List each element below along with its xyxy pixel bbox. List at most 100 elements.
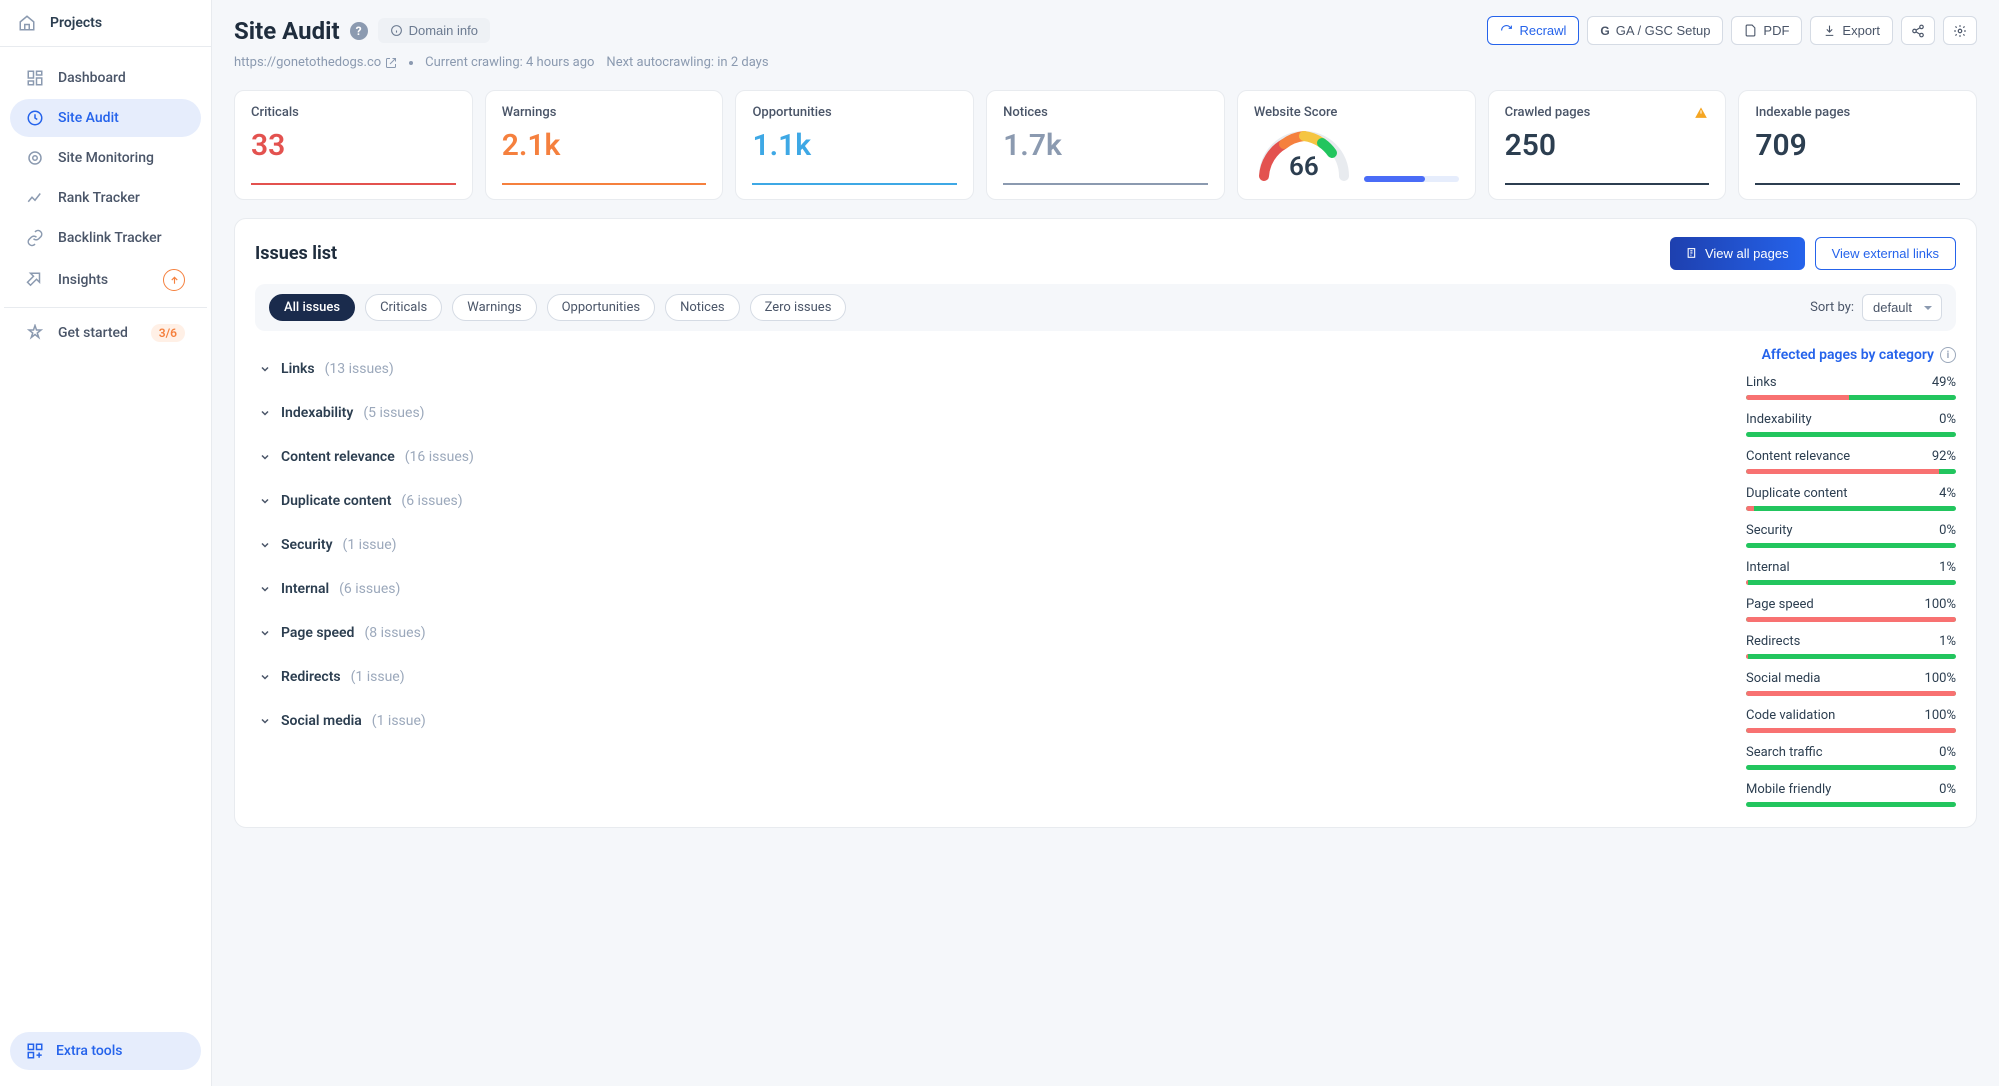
sidebar: Projects Dashboard Site Audit Site Monit… xyxy=(0,0,212,1086)
category-name: Search traffic xyxy=(1746,745,1823,760)
category-row[interactable]: Redirects 1% xyxy=(1746,634,1956,659)
issues-list: Links (13 issues) Indexability (5 issues… xyxy=(255,347,1716,807)
category-row[interactable]: Content relevance 92% xyxy=(1746,449,1956,474)
crawl-status: Current crawling: 4 hours ago xyxy=(425,55,594,70)
category-row[interactable]: Page speed 100% xyxy=(1746,597,1956,622)
category-name: Page speed xyxy=(1746,597,1814,612)
category-row[interactable]: Mobile friendly 0% xyxy=(1746,782,1956,807)
stat-warnings[interactable]: Warnings 2.1k xyxy=(485,90,724,200)
issue-name: Internal xyxy=(281,581,329,597)
pdf-button[interactable]: PDF xyxy=(1731,16,1802,45)
category-row[interactable]: Code validation 100% xyxy=(1746,708,1956,733)
stat-label: Notices xyxy=(1003,105,1208,120)
filter-chip-zero-issues[interactable]: Zero issues xyxy=(750,294,847,321)
category-bar xyxy=(1746,691,1956,696)
nav-item-insights[interactable]: Insights xyxy=(10,259,201,301)
filter-chip-notices[interactable]: Notices xyxy=(665,294,740,321)
info-icon[interactable]: i xyxy=(1940,347,1956,363)
rank-icon xyxy=(26,189,44,207)
category-pct: 1% xyxy=(1939,560,1956,575)
issue-row[interactable]: Redirects (1 issue) xyxy=(255,655,1716,699)
nav-item-site-monitoring[interactable]: Site Monitoring xyxy=(10,139,201,177)
issue-count: (13 issues) xyxy=(325,361,394,377)
stat-label: Indexable pages xyxy=(1755,105,1960,120)
view-all-pages-label: View all pages xyxy=(1705,246,1789,261)
affected-header[interactable]: Affected pages by category i xyxy=(1746,347,1956,363)
filter-chip-warnings[interactable]: Warnings xyxy=(452,294,536,321)
issue-name: Content relevance xyxy=(281,449,395,465)
chevron-down-icon xyxy=(259,495,271,507)
chevron-down-icon xyxy=(259,671,271,683)
issue-row[interactable]: Social media (1 issue) xyxy=(255,699,1716,743)
domain-info-button[interactable]: Domain info xyxy=(378,18,490,43)
category-row[interactable]: Indexability 0% xyxy=(1746,412,1956,437)
view-external-links-button[interactable]: View external links xyxy=(1815,237,1956,270)
issue-row[interactable]: Security (1 issue) xyxy=(255,523,1716,567)
stat-opportunities[interactable]: Opportunities 1.1k xyxy=(735,90,974,200)
nav-item-get-started[interactable]: Get started 3/6 xyxy=(10,314,201,352)
google-icon: G xyxy=(1600,24,1609,38)
warning-icon xyxy=(1693,105,1709,125)
category-row[interactable]: Links 49% xyxy=(1746,375,1956,400)
score-gauge: 66 xyxy=(1254,126,1354,182)
dashboard-icon xyxy=(26,69,44,87)
stat-value: 2.1k xyxy=(502,128,707,163)
ga-gsc-button[interactable]: G GA / GSC Setup xyxy=(1587,16,1723,45)
stat-criticals[interactable]: Criticals 33 xyxy=(234,90,473,200)
filter-chip-all-issues[interactable]: All issues xyxy=(269,294,355,321)
issue-name: Duplicate content xyxy=(281,493,391,509)
category-row[interactable]: Duplicate content 4% xyxy=(1746,486,1956,511)
issue-row[interactable]: Indexability (5 issues) xyxy=(255,391,1716,435)
sort-select[interactable]: default xyxy=(1862,294,1942,321)
recrawl-button[interactable]: Recrawl xyxy=(1487,16,1579,45)
stat-website-score[interactable]: Website Score 66 xyxy=(1237,90,1476,200)
issue-row[interactable]: Duplicate content (6 issues) xyxy=(255,479,1716,523)
nav-item-backlink-tracker[interactable]: Backlink Tracker xyxy=(10,219,201,257)
stat-value: 250 xyxy=(1505,128,1710,163)
view-all-pages-button[interactable]: View all pages xyxy=(1670,237,1805,270)
extra-tools-button[interactable]: Extra tools xyxy=(10,1032,201,1070)
issue-count: (6 issues) xyxy=(339,581,400,597)
export-button[interactable]: Export xyxy=(1810,16,1893,45)
category-pct: 4% xyxy=(1939,486,1956,501)
category-pct: 49% xyxy=(1932,375,1956,390)
site-url-link[interactable]: https://gonetothedogs.co xyxy=(234,55,397,70)
issue-row[interactable]: Links (13 issues) xyxy=(255,347,1716,391)
chevron-down-icon xyxy=(259,627,271,639)
settings-button[interactable] xyxy=(1943,16,1977,45)
nav-item-site-audit[interactable]: Site Audit xyxy=(10,99,201,137)
category-name: Internal xyxy=(1746,560,1790,575)
help-icon[interactable]: ? xyxy=(350,22,368,40)
category-bar xyxy=(1746,580,1956,585)
stat-crawled-pages[interactable]: Crawled pages 250 xyxy=(1488,90,1727,200)
nav-item-dashboard[interactable]: Dashboard xyxy=(10,59,201,97)
category-row[interactable]: Search traffic 0% xyxy=(1746,745,1956,770)
audit-icon xyxy=(26,109,44,127)
main-content: Site Audit ? Domain info Recrawl G GA / … xyxy=(212,0,1999,1086)
affected-pages-sidebar: Affected pages by category i Links 49% I… xyxy=(1746,347,1956,807)
share-button[interactable] xyxy=(1901,16,1935,45)
stat-indexable-pages[interactable]: Indexable pages 709 xyxy=(1738,90,1977,200)
category-row[interactable]: Security 0% xyxy=(1746,523,1956,548)
monitoring-icon xyxy=(26,149,44,167)
stat-label: Criticals xyxy=(251,105,456,120)
nav-item-rank-tracker[interactable]: Rank Tracker xyxy=(10,179,201,217)
info-icon xyxy=(390,24,403,37)
share-icon xyxy=(1911,24,1925,38)
upgrade-icon[interactable] xyxy=(163,269,185,291)
issue-row[interactable]: Content relevance (16 issues) xyxy=(255,435,1716,479)
category-row[interactable]: Social media 100% xyxy=(1746,671,1956,696)
external-link-icon xyxy=(385,57,397,69)
site-url-text: https://gonetothedogs.co xyxy=(234,55,381,70)
issue-count: (5 issues) xyxy=(363,405,424,421)
filter-chip-criticals[interactable]: Criticals xyxy=(365,294,442,321)
category-row[interactable]: Internal 1% xyxy=(1746,560,1956,585)
stat-value: 1.1k xyxy=(752,128,957,163)
extra-tools-label: Extra tools xyxy=(56,1043,123,1059)
stat-notices[interactable]: Notices 1.7k xyxy=(986,90,1225,200)
issue-row[interactable]: Page speed (8 issues) xyxy=(255,611,1716,655)
issue-row[interactable]: Internal (6 issues) xyxy=(255,567,1716,611)
sidebar-projects-header[interactable]: Projects xyxy=(0,0,211,47)
category-name: Security xyxy=(1746,523,1793,538)
filter-chip-opportunities[interactable]: Opportunities xyxy=(547,294,655,321)
